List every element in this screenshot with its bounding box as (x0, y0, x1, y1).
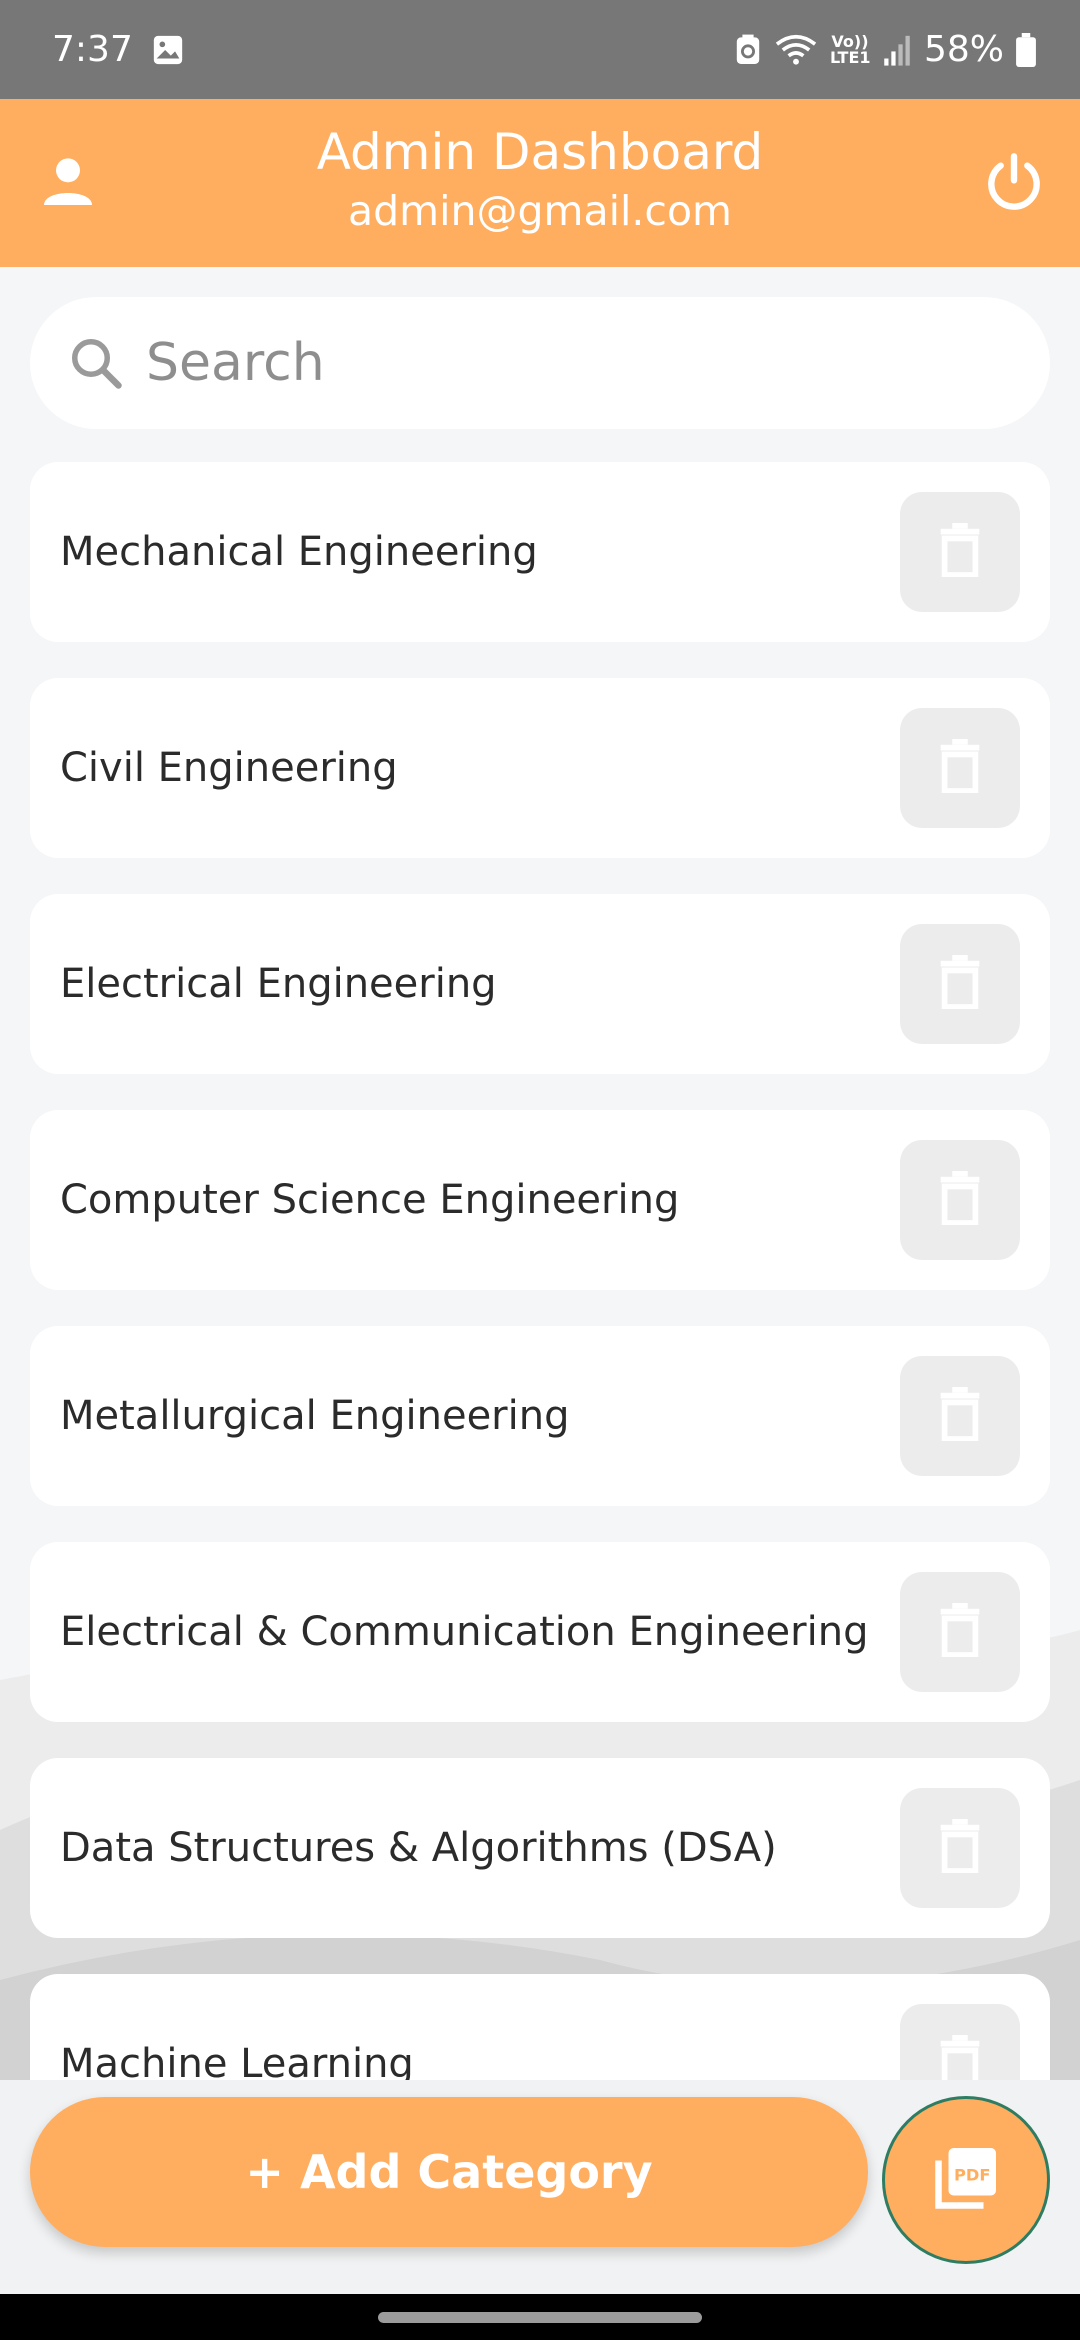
search-bar[interactable] (30, 297, 1050, 429)
list-item[interactable]: Mechanical Engineering (30, 462, 1050, 642)
trash-icon (938, 739, 982, 797)
delete-button[interactable] (900, 1572, 1020, 1692)
list-item[interactable]: Data Structures & Algorithms (DSA) (30, 1758, 1050, 1938)
nfc-icon (734, 33, 762, 67)
pdf-button[interactable]: PDF (882, 2096, 1050, 2264)
delete-button[interactable] (900, 2004, 1020, 2080)
delete-button[interactable] (900, 1140, 1020, 1260)
home-gesture-pill[interactable] (378, 2312, 702, 2323)
header-title-group: Admin Dashboard admin@gmail.com (0, 121, 1080, 239)
category-label: Electrical Engineering (60, 961, 497, 1007)
add-category-label: + Add Category (245, 2145, 653, 2199)
status-time: 7:37 (52, 29, 133, 70)
admin-email: admin@gmail.com (348, 187, 732, 235)
category-label: Metallurgical Engineering (60, 1393, 570, 1439)
category-label: Electrical & Communication Engineering (60, 1609, 869, 1655)
system-nav-bar (0, 2294, 1080, 2340)
trash-icon (938, 1603, 982, 1661)
category-list[interactable]: Mechanical Engineering Civil Engineering… (0, 460, 1080, 2080)
status-bar: 7:37 Vo)) LTE1 58% (0, 0, 1080, 99)
delete-button[interactable] (900, 492, 1020, 612)
trash-icon (938, 1387, 982, 1445)
list-item[interactable]: Computer Science Engineering (30, 1110, 1050, 1290)
status-bar-left: 7:37 (52, 29, 185, 70)
wifi-icon (774, 32, 818, 68)
category-label: Computer Science Engineering (60, 1177, 680, 1223)
network-label: Vo)) LTE1 (829, 31, 871, 67)
category-label: Civil Engineering (60, 745, 398, 791)
status-bar-right: Vo)) LTE1 58% (734, 29, 1036, 70)
category-label: Machine Learning (60, 2041, 414, 2080)
trash-icon (938, 1171, 982, 1229)
delete-button[interactable] (900, 924, 1020, 1044)
list-item[interactable]: Machine Learning (30, 1974, 1050, 2080)
signal-icon (882, 33, 912, 67)
list-item[interactable]: Civil Engineering (30, 678, 1050, 858)
network-type: Vo)) LTE1 (829, 31, 871, 67)
category-label: Data Structures & Algorithms (DSA) (60, 1825, 777, 1871)
svg-text:PDF: PDF (954, 2166, 991, 2185)
page-title: Admin Dashboard (316, 123, 764, 181)
image-icon (151, 33, 185, 67)
delete-button[interactable] (900, 1788, 1020, 1908)
search-input[interactable] (146, 333, 966, 393)
pdf-icon: PDF (931, 2143, 1001, 2217)
app-header: Admin Dashboard admin@gmail.com (0, 99, 1080, 267)
power-icon[interactable] (982, 151, 1046, 215)
battery-icon (1016, 32, 1036, 67)
delete-button[interactable] (900, 708, 1020, 828)
list-item[interactable]: Electrical Engineering (30, 894, 1050, 1074)
list-item[interactable]: Metallurgical Engineering (30, 1326, 1050, 1506)
trash-icon (938, 2035, 982, 2080)
battery-percent: 58% (923, 29, 1004, 70)
trash-icon (938, 955, 982, 1013)
list-item[interactable]: Electrical & Communication Engineering (30, 1542, 1050, 1722)
trash-icon (938, 523, 982, 581)
trash-icon (938, 1819, 982, 1877)
category-label: Mechanical Engineering (60, 529, 538, 575)
search-icon (66, 333, 126, 393)
add-category-button[interactable]: + Add Category (30, 2097, 868, 2247)
delete-button[interactable] (900, 1356, 1020, 1476)
